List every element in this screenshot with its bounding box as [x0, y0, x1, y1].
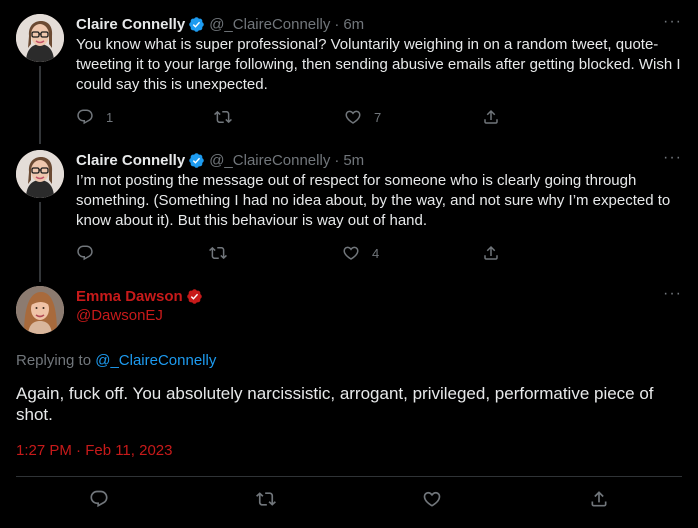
avatar-image: [16, 14, 64, 62]
like-button[interactable]: 4: [342, 244, 379, 262]
author-handle[interactable]: @_ClaireConnelly: [209, 16, 330, 33]
like-count: 4: [372, 245, 380, 261]
like-count: 7: [374, 109, 382, 125]
separator: ·: [334, 151, 340, 169]
main-tweet-header: Emma Dawson @DawsonEJ ···: [16, 286, 682, 336]
retweet-icon: [209, 246, 227, 260]
avatar[interactable]: [16, 150, 64, 198]
tweet[interactable]: Claire Connelly @_ClaireConnelly · 5m ··…: [16, 150, 682, 270]
tweet-thread-view: Claire Connelly @_ClaireConnelly · 6m ··…: [0, 0, 698, 528]
retweet-button[interactable]: [209, 244, 227, 262]
author-name[interactable]: Emma Dawson: [76, 288, 183, 305]
reply-button[interactable]: [76, 244, 94, 262]
like-button[interactable]: 7: [344, 108, 381, 126]
replying-to: Replying to @_ClaireConnelly: [16, 352, 216, 369]
replying-handle-link[interactable]: @_ClaireConnelly: [95, 352, 216, 369]
retweet-button[interactable]: [256, 489, 276, 509]
avatar-image: [16, 286, 64, 334]
reply-icon: [90, 490, 108, 508]
reply-button[interactable]: [89, 489, 109, 509]
more-icon[interactable]: ···: [663, 14, 682, 30]
author-handle[interactable]: @DawsonEJ: [76, 307, 682, 324]
main-tweet-text: Again, fuck off. You absolutely narcissi…: [16, 384, 654, 424]
retweet-icon: [214, 110, 232, 124]
like-icon: [345, 110, 361, 124]
author-handle[interactable]: @_ClaireConnelly: [209, 152, 330, 169]
tweet-header: Claire Connelly @_ClaireConnelly · 6m: [76, 14, 682, 34]
main-author: Emma Dawson @DawsonEJ ···: [76, 286, 682, 325]
tweet[interactable]: Claire Connelly @_ClaireConnelly · 6m ··…: [16, 14, 682, 132]
share-icon: [484, 109, 498, 124]
tweet-content: Claire Connelly @_ClaireConnelly · 5m ··…: [76, 150, 682, 231]
reply-button[interactable]: 1: [76, 108, 113, 126]
author-name[interactable]: Claire Connelly: [76, 16, 185, 33]
retweet-icon: [256, 492, 276, 506]
tweet-time[interactable]: 6m: [343, 16, 364, 33]
separator: ·: [334, 15, 340, 33]
main-author-row: Emma Dawson: [76, 286, 682, 306]
main-tweet-timestamp[interactable]: 1:27 PM · Feb 11, 2023: [16, 442, 172, 459]
share-button[interactable]: [482, 108, 500, 126]
reply-icon: [77, 245, 93, 261]
tweet-text: You know what is super professional? Vol…: [76, 36, 681, 93]
replying-prefix: Replying to: [16, 352, 92, 369]
like-icon: [343, 246, 359, 260]
retweet-button[interactable]: [214, 108, 232, 126]
like-icon: [423, 491, 441, 507]
author-name[interactable]: Claire Connelly: [76, 152, 185, 169]
tweet-content: Claire Connelly @_ClaireConnelly · 6m ··…: [76, 14, 682, 95]
avatar[interactable]: [16, 14, 64, 62]
reply-icon: [77, 109, 93, 125]
tweet-text: I’m not posting the message out of respe…: [76, 172, 671, 229]
share-button[interactable]: [589, 489, 609, 509]
avatar-image: [16, 150, 64, 198]
tweet-time[interactable]: 5m: [343, 152, 364, 169]
verified-badge-icon: [188, 16, 205, 33]
verified-badge-icon: [186, 288, 203, 305]
share-button[interactable]: [482, 244, 500, 262]
verified-badge-icon: [188, 152, 205, 169]
more-icon[interactable]: ···: [663, 286, 682, 302]
more-icon[interactable]: ···: [663, 150, 682, 166]
share-icon: [591, 491, 607, 507]
main-tweet-actions: [16, 489, 682, 511]
tweet-header: Claire Connelly @_ClaireConnelly · 5m: [76, 150, 682, 170]
tweet-actions: 4: [76, 244, 682, 264]
share-icon: [484, 245, 498, 260]
like-button[interactable]: [422, 489, 442, 509]
avatar[interactable]: [16, 286, 64, 334]
divider: [16, 476, 682, 477]
tweet-actions: 1 7: [76, 108, 682, 128]
reply-count: 1: [106, 109, 114, 125]
